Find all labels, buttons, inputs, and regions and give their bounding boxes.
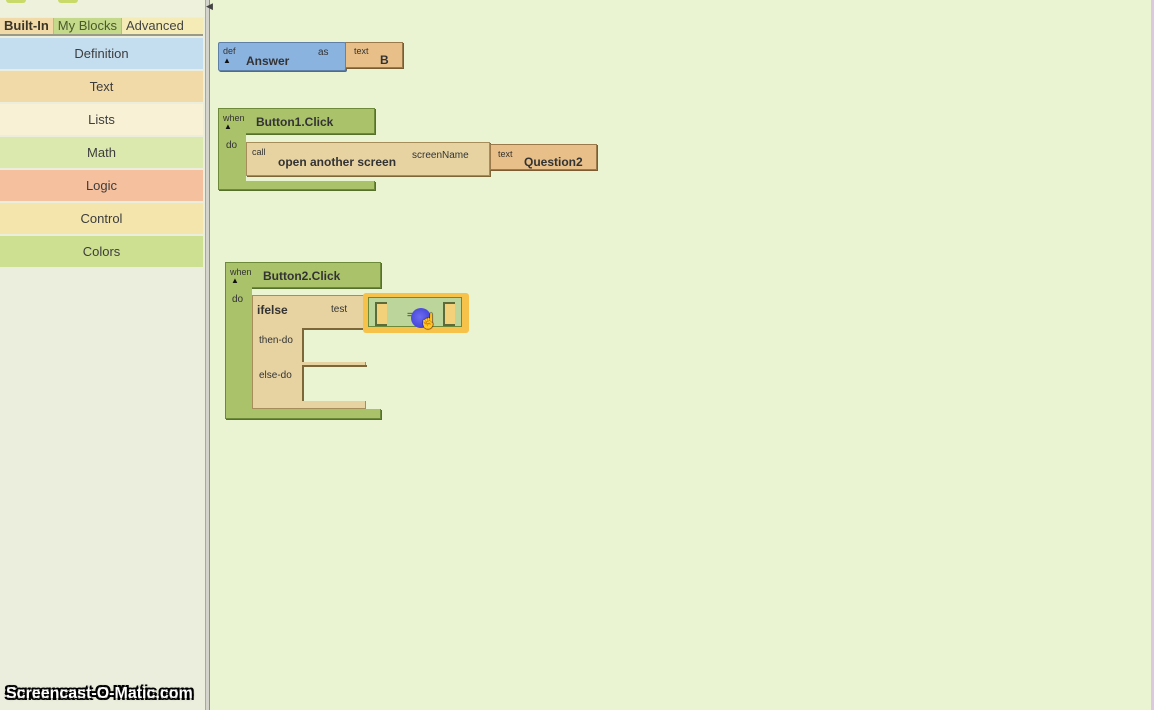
palette-top-strip <box>0 0 205 17</box>
call-open-another-screen-block[interactable]: call open another screen screenName <box>246 142 490 176</box>
left-operand-socket[interactable] <box>375 302 387 326</box>
then-do-socket[interactable] <box>302 328 367 362</box>
watermark: Screencast-O-Matic.com <box>6 685 193 702</box>
event-body-rail: do <box>218 133 246 183</box>
drawer-control[interactable]: Control <box>0 203 203 234</box>
then-do-label: then-do <box>259 335 293 346</box>
drawer-math[interactable]: Math <box>0 137 203 168</box>
drawer-text[interactable]: Text <box>0 71 203 102</box>
decoration <box>6 0 26 3</box>
collapse-triangle-icon[interactable]: ▲ <box>224 122 232 131</box>
as-label: as <box>318 47 329 58</box>
def-keyword: def <box>223 46 236 56</box>
text-type-label: text <box>354 46 369 56</box>
event-name: Button2.Click <box>263 269 341 283</box>
text-value[interactable]: B <box>380 53 389 67</box>
blocks-palette: Built-In My Blocks Advanced Definition T… <box>0 0 205 710</box>
event-button2-click[interactable]: when ▲ Button2.Click <box>225 262 381 288</box>
text-value[interactable]: Question2 <box>524 155 583 169</box>
text-block-b[interactable]: text B <box>345 42 403 68</box>
collapse-triangle-icon[interactable]: ▲ <box>223 56 231 65</box>
event-button1-click[interactable]: when ▲ Button1.Click <box>218 108 375 134</box>
else-do-label: else-do <box>259 370 292 381</box>
variable-name[interactable]: Answer <box>246 54 289 68</box>
event-footer <box>225 409 381 419</box>
drawer-lists[interactable]: Lists <box>0 104 203 135</box>
drawer-logic[interactable]: Logic <box>0 170 203 201</box>
right-operand-socket[interactable] <box>443 302 455 326</box>
palette-tabs: Built-In My Blocks Advanced <box>0 18 203 36</box>
text-type-label: text <box>498 149 513 159</box>
test-label: test <box>331 304 348 315</box>
def-variable-block[interactable]: def ▲ Answer as <box>218 42 346 71</box>
arg-label-screenname: screenName <box>412 150 469 161</box>
blocks-workspace[interactable]: def ▲ Answer as text B when ▲ Button1.Cl… <box>210 0 1151 710</box>
ifelse-label: ifelse <box>257 303 288 317</box>
else-do-socket[interactable] <box>302 365 367 401</box>
hand-cursor-icon: ☝ <box>419 313 438 330</box>
collapse-triangle-icon[interactable]: ▲ <box>231 276 239 285</box>
ifelse-block[interactable]: ifelse test then-do else-do <box>252 295 367 409</box>
text-block-question2[interactable]: text Question2 <box>490 144 597 170</box>
decoration <box>58 0 78 3</box>
drawer-list: Definition Text Lists Math Logic Control… <box>0 38 203 269</box>
tab-advanced[interactable]: Advanced <box>122 18 203 34</box>
drawer-colors[interactable]: Colors <box>0 236 203 267</box>
do-label: do <box>232 294 244 305</box>
do-label: do <box>226 140 238 151</box>
call-label: call <box>252 147 266 157</box>
drawer-definition[interactable]: Definition <box>0 38 203 69</box>
event-footer <box>218 181 375 190</box>
tab-my-blocks[interactable]: My Blocks <box>53 18 122 34</box>
procedure-name: open another screen <box>278 155 397 169</box>
event-name: Button1.Click <box>256 115 334 129</box>
tab-built-in[interactable]: Built-In <box>0 18 54 34</box>
event-body-rail: do <box>225 287 252 412</box>
